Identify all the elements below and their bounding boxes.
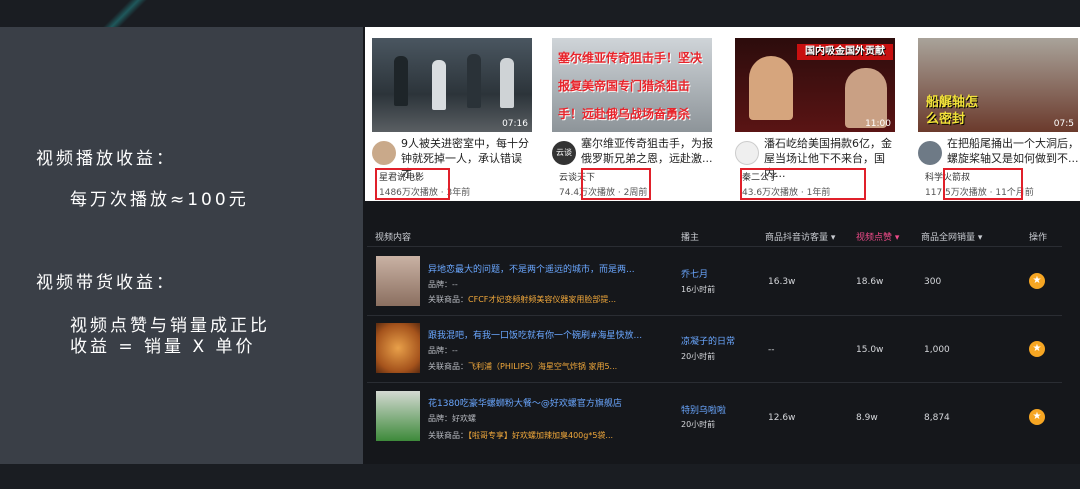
row-author[interactable]: 特别乌啦啦: [681, 403, 726, 416]
row-brand: 品牌：好欢螺: [428, 414, 476, 423]
product-link[interactable]: 飞利浦（PHILIPS）海星空气炸锅 家用5...: [468, 362, 617, 371]
row-time: 16小时前: [681, 285, 716, 294]
row-title[interactable]: 跟我混吧，有我一口饭吃就有你一个碗刷#海星快放...: [428, 328, 642, 341]
highlight-box: [375, 168, 450, 200]
avatar[interactable]: [735, 141, 759, 165]
header-sales[interactable]: 商品全网销量 ▾: [921, 230, 982, 243]
video-duration: 07:5: [1053, 119, 1074, 129]
divider: [367, 246, 1062, 247]
row-visitors: 12.6w: [768, 413, 796, 423]
highlight-box: [581, 168, 651, 200]
video-duration: 11:00: [865, 119, 891, 129]
video-thumbnail[interactable]: 07:16: [372, 38, 532, 132]
highlight-box: [740, 168, 866, 200]
highlight-box: [943, 168, 1023, 200]
row-thumbnail[interactable]: [376, 391, 420, 441]
header-visitors[interactable]: 商品抖音访客量 ▾: [765, 230, 835, 243]
sort-arrow-icon: ▾: [830, 233, 836, 243]
bottom-bar: [0, 464, 1080, 489]
row-product: 关联商品：CFCF才妃变频射频美容仪器家用脸部提...: [428, 295, 617, 304]
row-visitors: 16.3w: [768, 277, 796, 287]
star-icon[interactable]: ★: [1029, 409, 1045, 425]
row-visitors: --: [768, 345, 775, 355]
row-title[interactable]: 花1380吃豪华螺蛳粉大餐～@好欢螺官方旗舰店: [428, 396, 622, 409]
left-panel: [0, 27, 363, 464]
row-sales: 8,874: [924, 413, 950, 423]
row-thumbnail[interactable]: [376, 323, 420, 373]
star-icon[interactable]: ★: [1029, 273, 1045, 289]
sort-arrow-icon: ▾: [977, 233, 983, 243]
avatar[interactable]: 云谈: [552, 141, 576, 165]
header-likes[interactable]: 视频点赞 ▾: [856, 230, 899, 243]
sales-revenue-line2: 收益 = 销量 X 单价: [70, 337, 256, 357]
thumbnail-overlay-text: 国内吸金国外贡献: [797, 44, 893, 60]
video-thumbnail[interactable]: 国内吸金国外贡献 11:00: [735, 38, 895, 132]
decorative-glow: [95, 0, 155, 27]
row-thumbnail[interactable]: [376, 256, 420, 306]
row-sales: 300: [924, 277, 942, 287]
video-duration: 07:16: [502, 119, 528, 129]
video-thumbnail[interactable]: 船艉轴怎么密封 07:5: [918, 38, 1078, 132]
divider: [367, 315, 1062, 316]
header-author: 播主: [681, 233, 700, 243]
divider: [367, 382, 1062, 383]
row-product: 关联商品：飞利浦（PHILIPS）海星空气炸锅 家用5...: [428, 362, 618, 371]
row-title[interactable]: 异地恋最大的问题，不是两个遥远的城市，而是两...: [428, 262, 635, 275]
video-thumbnail[interactable]: 塞尔维亚传奇狙击手！坚决报复美帝国专门猎杀狙击手！远赴俄乌战场奋勇杀敌！: [552, 38, 712, 132]
thumbnail-overlay-text: 塞尔维亚传奇狙击手！坚决报复美帝国专门猎杀狙击手！远赴俄乌战场奋勇杀敌！: [558, 51, 703, 121]
row-product: 关联商品：【啦哥专享】好欢螺加辣加臭400g*5袋...: [428, 431, 614, 440]
row-likes: 18.6w: [856, 277, 884, 287]
sales-revenue-title: 视频带货收益：: [36, 273, 176, 293]
video-title[interactable]: 在把船尾捅出一个大洞后，螺旋桨轴又是如何做到不...: [947, 136, 1080, 166]
top-bar: [0, 0, 1080, 27]
star-icon[interactable]: ★: [1029, 341, 1045, 357]
video-age: 3年前: [446, 188, 471, 198]
product-link[interactable]: 【啦哥专享】好欢螺加辣加臭400g*5袋...: [468, 431, 613, 440]
row-brand: 品牌：--: [428, 280, 458, 289]
row-sales: 1,000: [924, 345, 950, 355]
row-brand: 品牌：--: [428, 346, 458, 355]
sort-arrow-icon: ▾: [894, 233, 900, 243]
product-link[interactable]: CFCF才妃变频射频美容仪器家用脸部提...: [468, 295, 616, 304]
play-revenue-title: 视频播放收益：: [36, 149, 176, 169]
row-time: 20小时前: [681, 420, 716, 429]
thumbnail-overlay-text: 船艉轴怎么密封: [926, 95, 979, 127]
row-likes: 15.0w: [856, 345, 884, 355]
avatar[interactable]: [918, 141, 942, 165]
header-action: 操作: [1029, 233, 1048, 243]
row-likes: 8.9w: [856, 413, 878, 423]
row-author[interactable]: 凉凝子的日常: [681, 334, 735, 347]
avatar[interactable]: [372, 141, 396, 165]
video-title[interactable]: 塞尔维亚传奇狙击手，为报俄罗斯兄弟之恩，远赴激...: [581, 136, 716, 166]
row-author[interactable]: 乔七月: [681, 267, 708, 280]
play-revenue-formula: 每万次播放≈100元: [70, 190, 249, 210]
row-time: 20小时前: [681, 352, 716, 361]
header-video-content: 视频内容: [375, 233, 412, 243]
